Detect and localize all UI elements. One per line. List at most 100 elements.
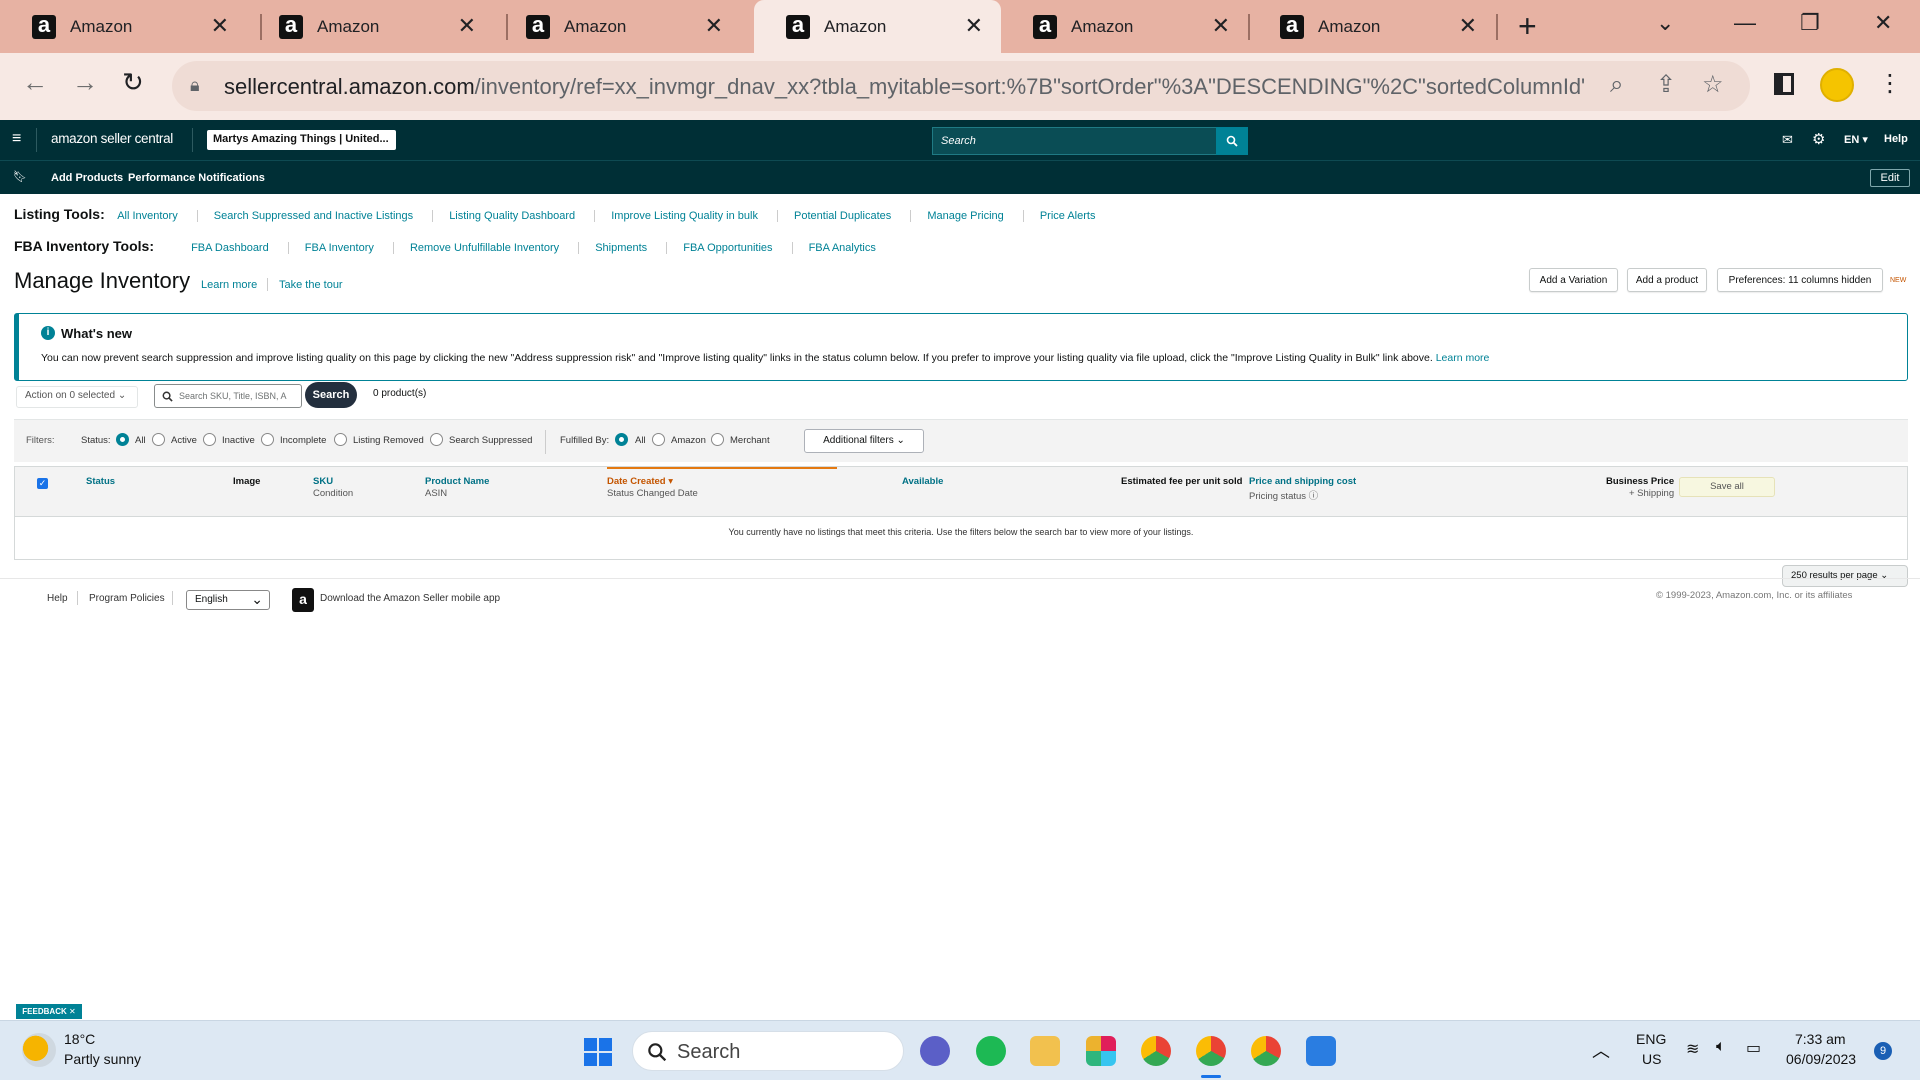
browser-tab[interactable]: a Amazon ✕ <box>1001 0 1248 53</box>
status-radio-inactive[interactable] <box>203 433 216 446</box>
col-price[interactable]: Price and shipping cost Pricing status ⓘ <box>1249 476 1356 502</box>
side-panel-icon[interactable] <box>1774 73 1794 95</box>
add-variation-button[interactable]: Add a Variation <box>1529 268 1618 292</box>
window-close-icon[interactable]: ✕ <box>1874 10 1892 36</box>
store-selector[interactable]: Martys Amazing Things | United... <box>207 130 396 150</box>
bookmark-star-icon[interactable]: ☆ <box>1702 71 1724 99</box>
file-explorer-icon[interactable] <box>1030 1036 1060 1066</box>
info-circle-icon[interactable]: ⓘ <box>1309 491 1319 502</box>
slack-icon[interactable] <box>1086 1036 1116 1066</box>
preferences-button[interactable]: Preferences: 11 columns hidden <box>1717 268 1883 292</box>
close-tab-icon[interactable]: ✕ <box>1212 14 1230 38</box>
download-app-link[interactable]: Download the Amazon Seller mobile app <box>320 593 500 604</box>
chrome-icon[interactable] <box>1251 1036 1281 1066</box>
save-all-button[interactable]: Save all <box>1679 477 1775 497</box>
restore-icon[interactable]: ❐ <box>1800 10 1820 36</box>
seller-central-logo[interactable]: amazon seller central <box>51 131 173 146</box>
back-icon[interactable]: ← <box>22 67 48 97</box>
tab-search-chevron-icon[interactable]: ⌄ <box>1656 10 1674 36</box>
reload-icon[interactable]: ↻ <box>122 67 144 97</box>
tool-link[interactable]: Search Suppressed and Inactive Listings <box>196 210 430 222</box>
bookmark-add-products[interactable]: Add Products <box>51 172 123 184</box>
footer-language-dropdown[interactable]: English ⌄ <box>186 590 270 610</box>
browser-tab[interactable]: a Amazon ✕ <box>1248 0 1495 53</box>
close-icon[interactable]: ✕ <box>69 1007 76 1016</box>
status-radio-listing-removed[interactable] <box>334 433 347 446</box>
edit-bookmarks-button[interactable]: Edit <box>1870 169 1910 187</box>
close-tab-icon[interactable]: ✕ <box>211 14 229 38</box>
battery-icon[interactable]: ▭ <box>1746 1038 1761 1058</box>
add-product-button[interactable]: Add a product <box>1627 268 1707 292</box>
tool-link[interactable]: All Inventory <box>117 210 194 222</box>
col-product-name[interactable]: Product Name ASIN <box>425 476 489 499</box>
clock-time[interactable]: 7:33 am <box>1795 1031 1846 1047</box>
help-link[interactable]: Help <box>1884 133 1908 145</box>
fulfilled-radio-all[interactable] <box>615 433 628 446</box>
tool-link[interactable]: Listing Quality Dashboard <box>432 210 592 222</box>
inventory-search-button[interactable]: Search <box>305 382 357 408</box>
footer-program-policies-link[interactable]: Program Policies <box>89 593 165 604</box>
tool-link[interactable]: FBA Opportunities <box>666 242 789 254</box>
fulfilled-radio-merchant[interactable] <box>711 433 724 446</box>
chrome-profile-icon[interactable] <box>1141 1036 1171 1066</box>
taskbar-search-box[interactable]: Search <box>632 1031 904 1071</box>
col-sku[interactable]: SKU Condition <box>313 476 353 499</box>
browser-tab[interactable]: a Amazon ✕ <box>494 0 741 53</box>
bulk-action-dropdown[interactable]: Action on 0 selected ⌄ <box>16 386 138 408</box>
bookmark-performance-notifications[interactable]: Performance Notifications <box>128 172 265 184</box>
gear-icon[interactable]: ⚙ <box>1812 130 1825 148</box>
zoom-icon[interactable]: ⌕ <box>1610 71 1623 99</box>
tool-link[interactable]: Improve Listing Quality in bulk <box>594 210 774 222</box>
share-icon[interactable]: ⇪ <box>1656 71 1676 99</box>
learn-more-link[interactable]: Learn more <box>201 279 257 291</box>
browser-tab-active[interactable]: a Amazon ✕ <box>754 0 1001 53</box>
select-all-checkbox[interactable]: ✓ <box>37 478 48 489</box>
results-per-page-dropdown[interactable]: 250 results per page ⌄ <box>1782 565 1908 587</box>
weather-icon[interactable] <box>22 1033 56 1067</box>
col-status[interactable]: Status <box>86 476 115 487</box>
close-tab-icon[interactable]: ✕ <box>1459 14 1477 38</box>
footer-help-link[interactable]: Help <box>47 593 68 604</box>
notification-badge[interactable]: 9 <box>1874 1042 1892 1060</box>
close-tab-icon[interactable]: ✕ <box>705 14 723 38</box>
close-tab-icon[interactable]: ✕ <box>965 14 983 38</box>
status-radio-search-suppressed[interactable] <box>430 433 443 446</box>
menu-kebab-icon[interactable]: ⋮ <box>1878 69 1902 99</box>
tool-link[interactable]: Remove Unfulfillable Inventory <box>392 242 576 254</box>
language-selector[interactable]: EN ▾ <box>1844 133 1868 146</box>
tool-link[interactable]: Shipments <box>578 242 664 254</box>
volume-icon[interactable]: 🔈︎ <box>1716 1038 1726 1056</box>
browser-tab[interactable]: a Amazon ✕ <box>0 0 247 53</box>
show-hidden-icons-chevron-icon[interactable]: ︿ <box>1592 1037 1610 1063</box>
windows-start-icon[interactable] <box>584 1038 612 1066</box>
wifi-icon[interactable]: ≋ <box>1686 1039 1699 1059</box>
tool-link[interactable]: FBA Dashboard <box>191 242 285 254</box>
mail-icon[interactable]: ✉ <box>1782 132 1793 148</box>
clock-date[interactable]: 06/09/2023 <box>1786 1051 1856 1067</box>
address-bar[interactable]: 🔒︎ sellercentral.amazon.com/inventory/re… <box>172 61 1750 111</box>
tool-link[interactable]: Potential Duplicates <box>777 210 908 222</box>
global-search-box[interactable]: Search <box>932 127 1248 155</box>
col-available[interactable]: Available <box>902 476 943 487</box>
col-date-created[interactable]: Date Created ▾ Status Changed Date <box>607 476 698 499</box>
global-search-button[interactable] <box>1216 127 1248 155</box>
inventory-search-input[interactable]: Search SKU, Title, ISBN, A <box>154 384 302 408</box>
lang-indicator[interactable]: ENG <box>1636 1031 1666 1047</box>
chrome-active-icon[interactable] <box>1196 1036 1226 1066</box>
profile-avatar[interactable] <box>1820 68 1854 102</box>
forward-icon[interactable]: → <box>72 67 98 97</box>
minimize-icon[interactable]: — <box>1734 10 1756 36</box>
browser-tab[interactable]: a Amazon ✕ <box>247 0 494 53</box>
hamburger-menu-icon[interactable]: ≡ <box>12 131 21 147</box>
new-tab-icon[interactable]: + <box>1518 10 1537 42</box>
tool-link[interactable]: FBA Analytics <box>791 242 892 254</box>
feedback-tab[interactable]: FEEDBACK ✕ <box>16 1004 82 1019</box>
status-radio-all[interactable] <box>116 433 129 446</box>
fulfilled-radio-amazon[interactable] <box>652 433 665 446</box>
teams-icon[interactable] <box>920 1036 950 1066</box>
status-radio-active[interactable] <box>152 433 165 446</box>
notepad-icon[interactable] <box>1306 1036 1336 1066</box>
tool-link[interactable]: Price Alerts <box>1022 210 1112 222</box>
spotify-icon[interactable] <box>976 1036 1006 1066</box>
bookmark-icon[interactable]: 🔖︎ <box>13 170 27 183</box>
